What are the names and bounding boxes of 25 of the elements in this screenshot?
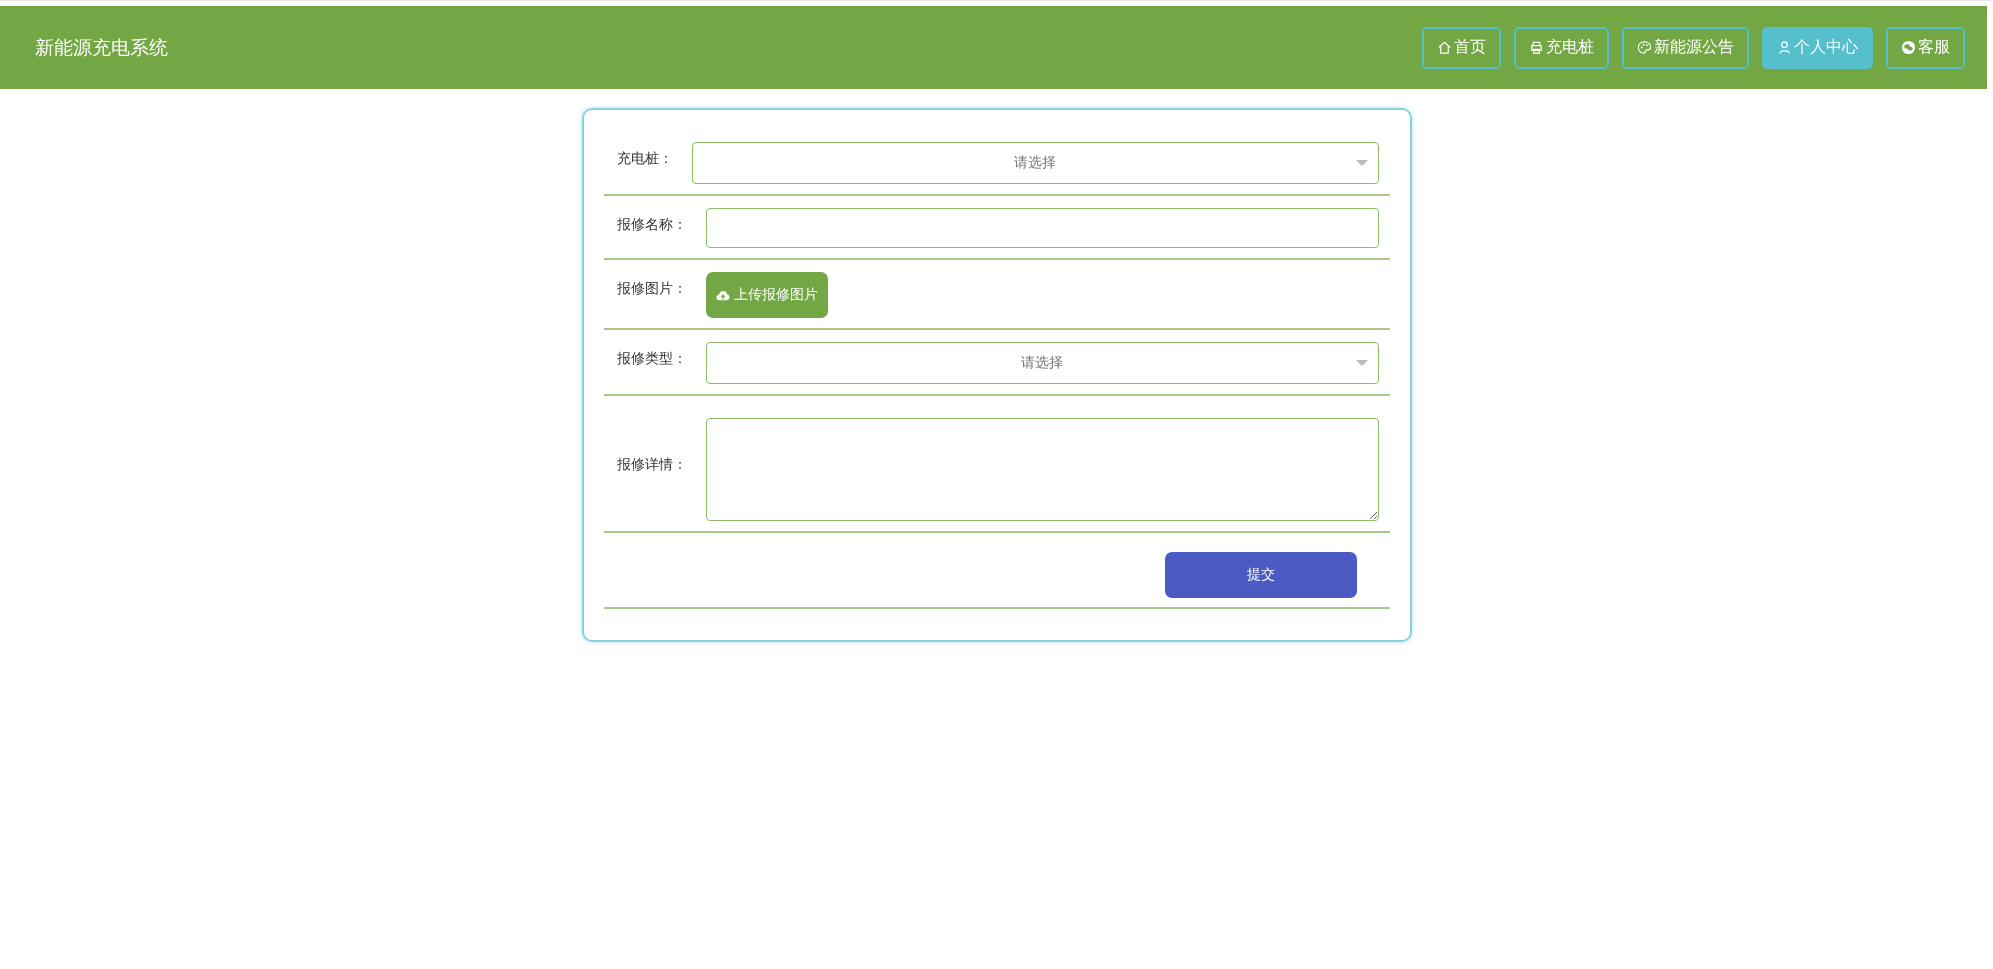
- nav-button[interactable]: 首页: [1422, 26, 1501, 69]
- submit-button[interactable]: 提交: [1164, 552, 1357, 598]
- nav-button[interactable]: 个人中心: [1762, 26, 1873, 69]
- nav-button[interactable]: 充电桩: [1514, 26, 1609, 69]
- nav-button[interactable]: 客服: [1886, 26, 1965, 69]
- select-field[interactable]: 请选择: [705, 342, 1379, 384]
- field-label: 报修名称：: [616, 215, 687, 234]
- input-field[interactable]: [705, 208, 1379, 248]
- field-label: 报修类型：: [616, 349, 687, 368]
- cloud-upload-icon: [715, 289, 730, 301]
- field-label: 报修详情：: [616, 455, 687, 474]
- field-label: 充电桩：: [616, 149, 673, 168]
- upload-button[interactable]: 上传报修图片: [705, 272, 828, 318]
- caret-icon: [1355, 360, 1368, 367]
- select-field[interactable]: 请选择: [691, 142, 1379, 184]
- nav-button[interactable]: 新能源公告: [1622, 26, 1749, 69]
- field-label: 报修图片：: [616, 279, 687, 298]
- home-icon: [1437, 40, 1452, 55]
- chat-icon: [1901, 40, 1916, 55]
- palette-icon: [1637, 40, 1652, 55]
- caret-icon: [1355, 160, 1368, 167]
- textarea-field[interactable]: [705, 418, 1379, 521]
- printer-icon: [1529, 40, 1544, 55]
- site-title: 新能源充电系统: [35, 34, 168, 60]
- person-icon: [1777, 40, 1792, 55]
